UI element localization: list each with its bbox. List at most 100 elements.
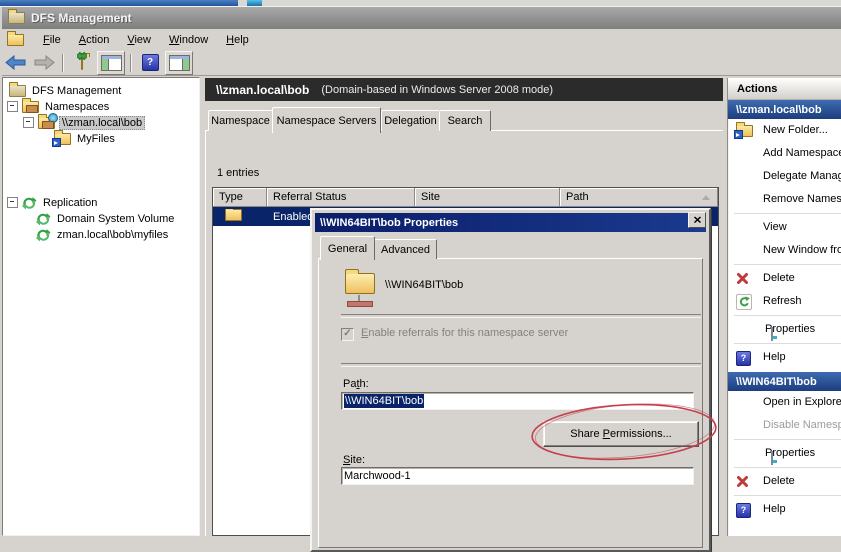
enable-referrals-label: Enable referrals for this namespace serv… [361, 327, 569, 339]
help-icon: ? [736, 503, 751, 518]
action-delegate-management[interactable]: Delegate Manage [728, 165, 841, 188]
forward-button[interactable] [31, 52, 57, 74]
namespace-server-icon [343, 269, 377, 307]
column-header-path[interactable]: Path [560, 188, 718, 207]
dialog-tab-general[interactable]: General [320, 236, 375, 260]
menu-view[interactable]: View [118, 32, 160, 48]
actions-separator [734, 264, 841, 265]
action-properties[interactable]: Properties [728, 318, 841, 341]
path-field[interactable]: \\WIN64BIT\bob [341, 392, 694, 410]
tree-item-domain-system-volume[interactable]: Domain System Volume [36, 211, 176, 226]
share-permissions-button[interactable]: Share Permissions... [543, 421, 699, 447]
collapse-toggle[interactable] [23, 117, 34, 128]
show-hide-action-pane-button[interactable] [165, 50, 193, 75]
tree-item-zman-local-bob[interactable]: \\zman.local\bob [23, 112, 146, 130]
menu-window[interactable]: Window [160, 32, 217, 48]
namespace-mode-subtitle: (Domain-based in Windows Server 2008 mod… [321, 83, 554, 96]
sort-ascending-icon [702, 195, 710, 200]
column-header-site[interactable]: Site [415, 188, 560, 207]
show-hide-console-tree-button[interactable] [97, 50, 125, 75]
tree-item-label[interactable]: Domain System Volume [55, 213, 176, 225]
tree-item-label[interactable]: DFS Management [30, 85, 123, 97]
help-icon: ? [141, 54, 159, 71]
actions-separator [734, 315, 841, 316]
tree-item-zman-local-bob-myfiles[interactable]: zman.local\bob\myfiles [36, 227, 170, 242]
collapse-toggle[interactable] [7, 197, 18, 208]
tab-namespace[interactable]: Namespace [208, 110, 273, 131]
actions-pane-title: Actions [728, 78, 841, 100]
export-list-button[interactable] [69, 51, 95, 74]
console-tree-icon [100, 54, 122, 71]
actions-separator [734, 495, 841, 496]
action-delete-server[interactable]: Delete [728, 470, 841, 493]
dialog-title: \\WIN64BIT\bob Properties [320, 216, 459, 229]
tree-item-label[interactable]: zman.local\bob\myfiles [55, 229, 170, 241]
actions-group-win64bit-bob[interactable]: \\WIN64BIT\bob [728, 372, 841, 391]
app-icon [8, 9, 25, 24]
close-icon [693, 216, 701, 224]
background-titlebar-fragment [0, 0, 238, 6]
tree-item-label[interactable]: MyFiles [75, 133, 117, 145]
column-header-referral-status[interactable]: Referral Status [267, 188, 415, 207]
properties-icon [771, 451, 773, 465]
tree-item-dfs-management[interactable]: DFS Management [9, 81, 123, 98]
console-window-icon [7, 30, 24, 46]
menu-action[interactable]: Action [70, 32, 119, 48]
tab-namespace-servers[interactable]: Namespace Servers [272, 107, 381, 133]
actions-pane: Actions \\zman.local\bob New Folder... A… [727, 78, 841, 536]
replication-group-icon [36, 228, 51, 241]
menu-file[interactable]: File [34, 32, 70, 48]
action-remove-namespace[interactable]: Remove Namespa [728, 188, 841, 211]
action-help-server[interactable]: ? Help [728, 498, 841, 521]
path-value-selected: \\WIN64BIT\bob [344, 394, 425, 408]
tree-item-label[interactable]: Namespaces [43, 101, 111, 113]
dialog-titlebar[interactable]: \\WIN64BIT\bob Properties [315, 213, 706, 232]
back-button[interactable] [3, 52, 29, 74]
tree-item-namespaces[interactable]: Namespaces [7, 97, 111, 114]
tree-item-label[interactable]: Replication [41, 197, 99, 209]
window-titlebar[interactable]: DFS Management [2, 7, 841, 29]
action-help[interactable]: ? Help [728, 346, 841, 369]
menu-help[interactable]: Help [217, 32, 258, 48]
tab-search[interactable]: Search [439, 110, 491, 131]
tab-delegation[interactable]: Delegation [381, 110, 440, 131]
action-delete[interactable]: Delete [728, 267, 841, 290]
namespace-title: \\zman.local\bob [216, 82, 310, 97]
domain-namespace-icon [38, 112, 58, 129]
background-icon-fragment [247, 0, 262, 6]
action-view[interactable]: View [728, 216, 841, 239]
help-icon: ? [736, 351, 751, 366]
green-arrow-icon [77, 51, 87, 60]
site-field[interactable]: Marchwood-1 [341, 467, 694, 485]
server-name-label: \\WIN64BIT\bob [385, 279, 464, 291]
tree-item-replication[interactable]: Replication [7, 195, 99, 210]
action-refresh[interactable]: Refresh [728, 290, 841, 313]
site-value: Marchwood-1 [344, 470, 411, 482]
actions-group-zman-local-bob[interactable]: \\zman.local\bob [728, 100, 841, 119]
actions-separator [734, 343, 841, 344]
action-new-window[interactable]: New Window fro [728, 239, 841, 262]
action-new-folder[interactable]: New Folder... [728, 119, 841, 142]
help-button[interactable]: ? [137, 52, 163, 74]
collapse-toggle[interactable] [7, 101, 18, 112]
back-arrow-icon [5, 55, 26, 70]
actions-separator [734, 439, 841, 440]
new-folder-icon [734, 122, 753, 139]
divider [341, 363, 701, 367]
action-open-in-explorer[interactable]: Open in Explorer [728, 391, 841, 414]
site-label: Site: [343, 454, 366, 466]
dialog-close-button[interactable] [688, 212, 706, 228]
window-title: DFS Management [31, 11, 132, 25]
tree-item-myfiles[interactable]: MyFiles [52, 129, 117, 147]
action-properties-server[interactable]: Properties [728, 442, 841, 465]
tree-item-label[interactable]: \\zman.local\bob [59, 115, 146, 130]
enable-referrals-checkbox[interactable]: ✓ [341, 328, 354, 341]
dialog-tab-advanced[interactable]: Advanced [374, 239, 437, 259]
action-add-namespace-server[interactable]: Add Namespace S [728, 142, 841, 165]
shared-folder-icon [225, 209, 242, 221]
refresh-icon [736, 294, 752, 310]
properties-icon [771, 327, 773, 341]
column-header-type[interactable]: Type [213, 188, 267, 207]
namespaces-icon [22, 97, 39, 113]
action-disable-namespace-server: Disable Namespa [763, 419, 841, 431]
